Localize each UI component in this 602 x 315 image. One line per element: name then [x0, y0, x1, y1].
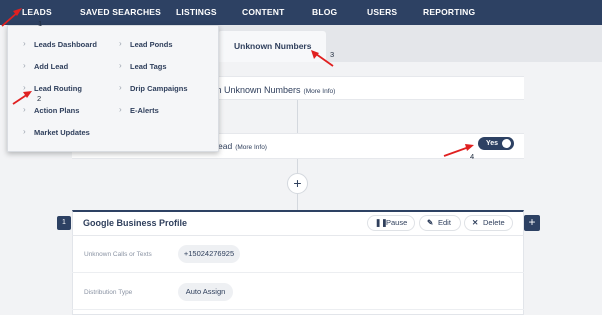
annotation-number-4: 4: [470, 152, 475, 161]
annotation-arrows: [1, 8, 474, 157]
annotation-number-1: 1: [38, 19, 43, 28]
annotation-arrowhead-4: [465, 144, 474, 151]
annotation-arrow-4: [443, 146, 470, 157]
annotation-number-2: 2: [37, 94, 42, 103]
annotation-number-3: 3: [330, 50, 335, 59]
